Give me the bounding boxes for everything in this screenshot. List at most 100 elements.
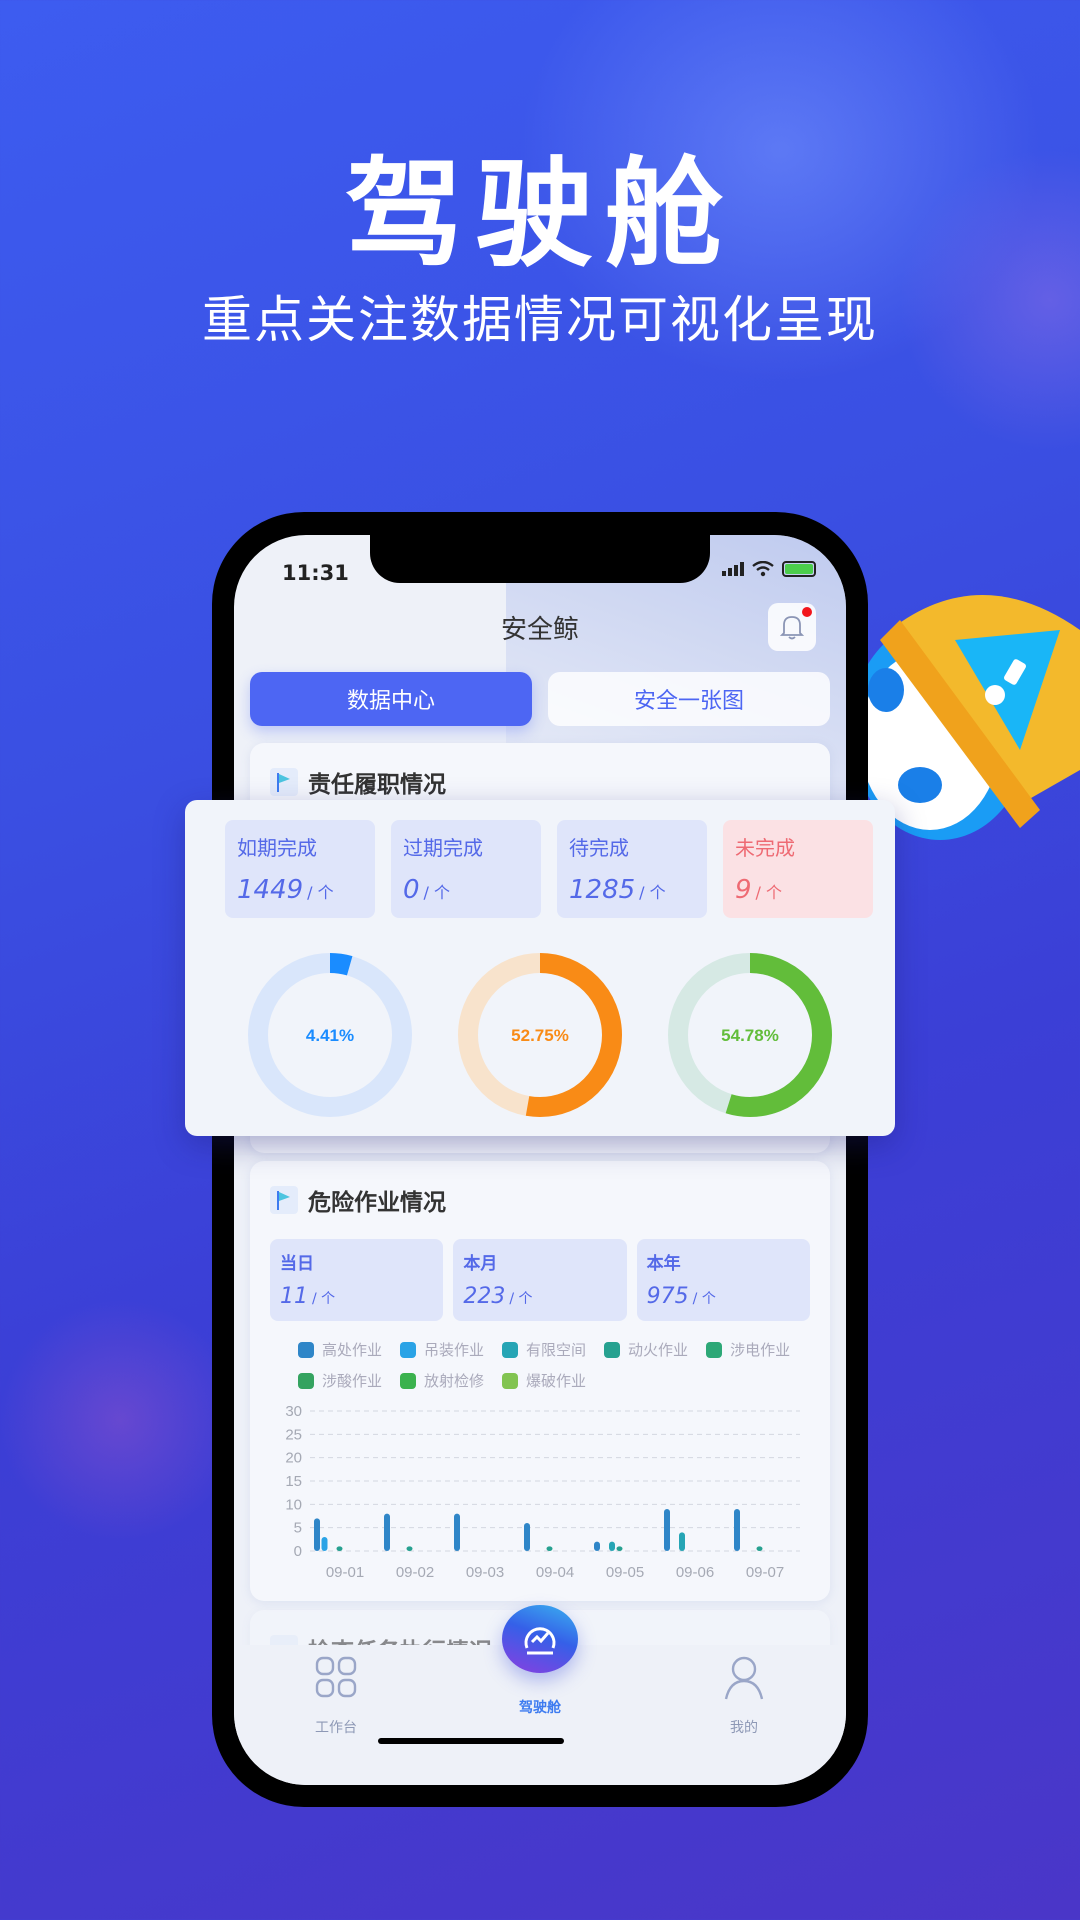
ring-label: 4.41% <box>306 1026 354 1045</box>
hazard-stat-today[interactable]: 当日 11/ 个 <box>270 1239 444 1321</box>
y-tick-label: 0 <box>294 1543 302 1560</box>
hazard-stats: 当日 11/ 个 本月 223/ 个 本年 975/ 个 <box>270 1239 810 1321</box>
x-tick-label: 09-01 <box>326 1564 364 1579</box>
hazard-stat-month[interactable]: 本月 223/ 个 <box>453 1239 627 1321</box>
y-tick-label: 15 <box>285 1473 302 1490</box>
hazard-card: 危险作业情况 当日 11/ 个 本月 223/ 个 本年 975/ 个 高处作业… <box>250 1161 830 1601</box>
stat-on-time[interactable]: 如期完成 1449/ 个 <box>225 820 375 918</box>
completion-ring: 54.78% <box>668 953 832 1117</box>
legend-label: 涉电作业 <box>730 1341 791 1359</box>
status-icons <box>722 561 816 577</box>
legend-swatch <box>604 1341 621 1358</box>
promo-subline: 重点关注数据情况可视化呈现 <box>202 291 878 349</box>
tab-safety-map[interactable]: 安全一张图 <box>548 672 830 726</box>
user-icon <box>724 1656 764 1700</box>
legend-swatch <box>502 1341 519 1358</box>
signal-icon <box>722 562 744 576</box>
bar[interactable] <box>594 1541 600 1551</box>
hazard-stat-year[interactable]: 本年 975/ 个 <box>636 1239 810 1321</box>
legend-swatch <box>298 1372 314 1389</box>
legend-item[interactable]: 高处作业 <box>298 1339 382 1360</box>
bar[interactable] <box>609 1541 615 1551</box>
ring-label: 54.78% <box>721 1026 779 1045</box>
background-glow <box>0 1300 240 1540</box>
legend-swatch <box>502 1372 519 1389</box>
completion-ring: 52.75% <box>458 953 622 1117</box>
wifi-icon <box>752 561 774 577</box>
bell-icon <box>780 616 804 640</box>
battery-icon <box>782 561 816 577</box>
bottom-nav: 工作台 驾驶舱 我的 <box>234 1605 846 1785</box>
flag-icon <box>270 1186 298 1214</box>
bar[interactable] <box>546 1546 553 1551</box>
y-tick-label: 10 <box>285 1496 302 1513</box>
responsibility-stats-popup: 如期完成 1449/ 个 过期完成 0/ 个 待完成 1285/ 个 未完成 9… <box>185 800 895 1136</box>
bar[interactable] <box>314 1518 320 1551</box>
dashboard-gauge-icon <box>524 1627 556 1655</box>
main-tabs: 数据中心 安全一张图 <box>250 672 830 726</box>
bar[interactable] <box>679 1532 685 1551</box>
bar[interactable] <box>734 1509 740 1551</box>
stat-overdue-done[interactable]: 过期完成 0/ 个 <box>391 820 541 918</box>
legend-item[interactable]: 爆破作业 <box>502 1370 586 1391</box>
x-tick-label: 09-07 <box>746 1564 784 1579</box>
phone-notch <box>370 535 710 583</box>
legend-item[interactable]: 动火作业 <box>604 1339 688 1360</box>
legend-label: 吊装作业 <box>424 1341 485 1359</box>
hazard-bar-chart: 0 5 10 15 20 25 30 09-01 09-02 09-03 09-04 09-05 09-… <box>285 1403 800 1581</box>
x-tick-label: 09-05 <box>606 1564 644 1579</box>
legend-label: 高处作业 <box>322 1341 383 1359</box>
legend-item[interactable]: 涉电作业 <box>706 1339 790 1360</box>
stat-incomplete[interactable]: 未完成 9/ 个 <box>723 820 873 918</box>
x-tick-label: 09-06 <box>676 1564 714 1579</box>
legend-item[interactable]: 有限空间 <box>502 1339 586 1360</box>
legend-item[interactable]: 吊装作业 <box>400 1339 484 1360</box>
legend-label: 放射检修 <box>424 1372 485 1390</box>
completion-rings: 4.41% 52.75% 54.78% <box>185 950 895 1120</box>
x-tick-label: 09-04 <box>536 1564 574 1579</box>
x-tick-label: 09-03 <box>466 1564 504 1579</box>
app-title: 安全鲸 <box>500 615 579 645</box>
y-tick-label: 5 <box>294 1520 302 1537</box>
tab-data-center[interactable]: 数据中心 <box>250 672 532 726</box>
legend-swatch <box>400 1341 417 1358</box>
bar[interactable] <box>524 1523 530 1551</box>
flag-icon <box>270 768 298 796</box>
bar[interactable] <box>616 1546 623 1551</box>
bar[interactable] <box>664 1509 670 1551</box>
stat-pending[interactable]: 待完成 1285/ 个 <box>557 820 707 918</box>
bar[interactable] <box>384 1513 390 1551</box>
hazard-title: 危险作业情况 <box>308 1190 446 1216</box>
legend-label: 爆破作业 <box>526 1372 587 1390</box>
bar[interactable] <box>454 1513 460 1551</box>
responsibility-stats: 如期完成 1449/ 个 过期完成 0/ 个 待完成 1285/ 个 未完成 9… <box>225 820 873 918</box>
legend-item[interactable]: 涉酸作业 <box>298 1370 382 1391</box>
y-tick-label: 20 <box>285 1450 302 1467</box>
completion-ring: 4.41% <box>248 953 412 1117</box>
nav-cockpit[interactable]: 驾驶舱 <box>484 1605 596 1717</box>
phone-screen: 11:31 安全鲸 数据中心 安全一张图 责任履职情况 危险作业情况 当日 11… <box>234 535 846 1785</box>
legend-swatch <box>400 1372 417 1389</box>
promo-headline: 驾驶舱 <box>344 145 735 283</box>
responsibility-title: 责任履职情况 <box>308 772 446 798</box>
notification-badge <box>802 607 812 617</box>
bar[interactable] <box>756 1546 763 1551</box>
bar[interactable] <box>406 1546 413 1551</box>
y-tick-label: 30 <box>285 1403 302 1420</box>
status-time: 11:31 <box>282 561 349 585</box>
chart-legend: 高处作业 吊装作业 有限空间 动火作业 涉电作业涉酸作业 放射检修 爆破作业 <box>270 1339 810 1391</box>
bar[interactable] <box>321 1537 328 1551</box>
legend-item[interactable]: 放射检修 <box>400 1370 484 1391</box>
bar[interactable] <box>336 1546 343 1551</box>
grid-icon <box>315 1656 357 1698</box>
legend-swatch <box>298 1341 314 1358</box>
legend-swatch <box>706 1341 723 1358</box>
x-tick-label: 09-02 <box>396 1564 434 1579</box>
nav-workbench[interactable]: 工作台 <box>276 1655 396 1737</box>
legend-label: 有限空间 <box>526 1341 587 1359</box>
legend-label: 涉酸作业 <box>322 1372 383 1390</box>
y-tick-label: 25 <box>285 1426 302 1443</box>
nav-profile[interactable]: 我的 <box>684 1655 804 1737</box>
notification-button[interactable] <box>768 603 816 651</box>
ring-label: 52.75% <box>511 1026 569 1045</box>
